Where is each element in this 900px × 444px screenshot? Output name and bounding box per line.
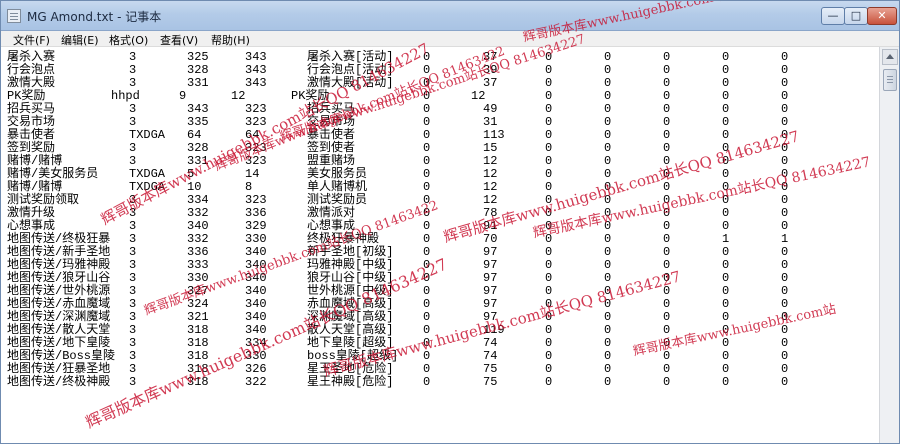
line-field: 0 [663,375,671,389]
menu-view[interactable]: 查看(V) [160,32,198,48]
line-field: 343 [245,76,267,90]
menu-edit[interactable]: 编辑(E) [61,32,99,48]
vertical-scrollbar[interactable] [879,47,899,443]
line-field: 75 [483,375,498,389]
menu-help[interactable]: 帮助(H) [211,32,250,48]
menu-bar: 文件(F) 编辑(E) 格式(O) 查看(V) 帮助(H) [1,31,899,48]
notepad-app-icon[interactable] [7,9,21,23]
window-title: MG Amond.txt - 记事本 [27,10,162,24]
minimize-button[interactable]: — [821,7,845,25]
text-editor-area[interactable]: 屠杀入赛 3 325 343 屠杀入赛[活动] 0 37 0 0 0 0 0 行会泡点 3 328 343 行会… [1,47,879,443]
line-field: 0 [604,375,612,389]
title-bar[interactable]: MG Amond.txt - 记事本 — □ ✕ [1,1,899,31]
close-button[interactable]: ✕ [867,7,897,25]
line-field: 地图传送/终极神殿 [7,375,111,389]
line-field: 0 [722,375,730,389]
line-field: 12 [231,89,246,103]
line-field: 星王神殿[危险] [307,375,394,389]
line-field: 9 [179,89,187,103]
maximize-button[interactable]: □ [844,7,868,25]
line-field: 0 [781,375,789,389]
line-field: 0 [545,375,553,389]
line-field: 0 [423,375,431,389]
scroll-up-arrow-icon[interactable] [882,49,898,65]
line-field: 322 [245,375,267,389]
menu-format[interactable]: 格式(O) [109,32,148,48]
line-field: 331 [187,76,209,90]
menu-file[interactable]: 文件(F) [13,32,50,48]
scrollbar-thumb[interactable] [883,69,897,91]
notepad-window: MG Amond.txt - 记事本 — □ ✕ 文件(F) 编辑(E) 格式(… [0,0,900,444]
